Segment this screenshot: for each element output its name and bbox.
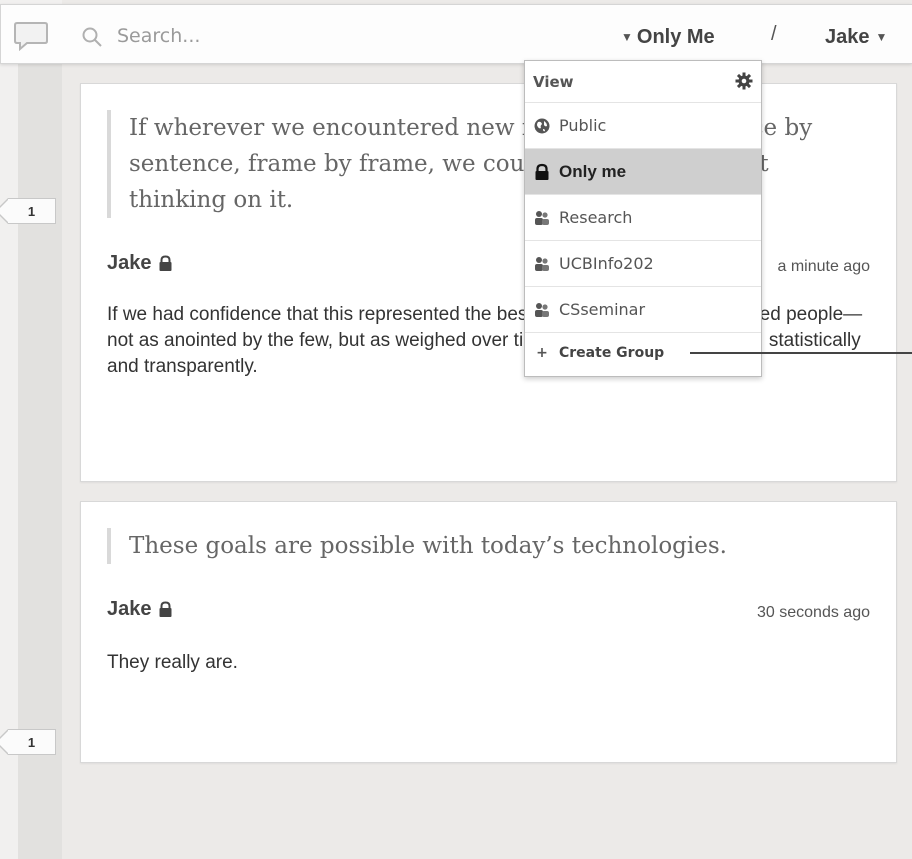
annotation-card: These goals are possible with today’s te… <box>80 501 897 763</box>
annotation-author[interactable]: Jake <box>107 252 173 275</box>
caret-down-icon: ▼ <box>875 30 888 44</box>
user-menu-button[interactable]: Jake ▼ <box>825 23 887 51</box>
annotation-card: If wherever we encountered new informati… <box>80 83 897 482</box>
callout-line <box>690 352 912 354</box>
annotation-count: 1 <box>27 203 36 219</box>
menu-item-label: Only me <box>559 161 627 181</box>
globe-icon <box>534 118 550 133</box>
user-name: Jake <box>825 25 870 48</box>
comment-icon[interactable] <box>13 21 49 51</box>
group-icon <box>535 210 549 225</box>
menu-header: View <box>525 61 761 103</box>
top-bar: ▼ Only Me / Jake ▼ <box>0 4 912 64</box>
plus-icon: + <box>536 345 548 361</box>
annotation-count-tab[interactable]: 1 <box>0 198 56 224</box>
menu-item-csseminar[interactable]: CSseminar <box>525 287 761 333</box>
annotation-body: They really are. <box>107 652 238 673</box>
author-name: Jake <box>107 252 152 274</box>
scope-label: Only Me <box>636 25 715 48</box>
separator: / <box>771 23 777 45</box>
menu-item-label: CSseminar <box>559 300 646 319</box>
timestamp[interactable]: a minute ago <box>777 258 870 276</box>
annotation-count: 1 <box>27 734 36 750</box>
annotation-count-tab[interactable]: 1 <box>0 729 56 755</box>
create-group-label: Create Group <box>559 345 665 361</box>
annotation-author[interactable]: Jake <box>107 598 173 621</box>
menu-item-label: UCBInfo202 <box>559 254 654 273</box>
menu-title: View <box>533 73 574 91</box>
gear-icon[interactable] <box>735 72 753 90</box>
author-name: Jake <box>107 598 152 620</box>
scope-selector[interactable]: ▼ Only Me <box>621 23 715 51</box>
quote-text: These goals are possible with today’s te… <box>107 528 847 564</box>
search-input[interactable] <box>117 19 497 53</box>
lock-icon <box>159 601 171 617</box>
group-icon <box>535 256 549 271</box>
menu-item-label: Public <box>559 116 607 135</box>
lock-icon <box>535 163 549 180</box>
group-icon <box>535 302 549 317</box>
menu-item-research[interactable]: Research <box>525 195 761 241</box>
lock-icon <box>159 255 171 271</box>
menu-item-label: Research <box>559 208 633 227</box>
scope-dropdown-menu: View Public Only me Research UCBInfo202 … <box>524 60 762 377</box>
search-icon <box>82 27 102 47</box>
caret-down-icon: ▼ <box>621 30 633 44</box>
timestamp[interactable]: 30 seconds ago <box>757 604 870 622</box>
menu-item-public[interactable]: Public <box>525 103 761 149</box>
menu-item-ucbinfo202[interactable]: UCBInfo202 <box>525 241 761 287</box>
menu-item-only-me[interactable]: Only me <box>525 149 761 195</box>
